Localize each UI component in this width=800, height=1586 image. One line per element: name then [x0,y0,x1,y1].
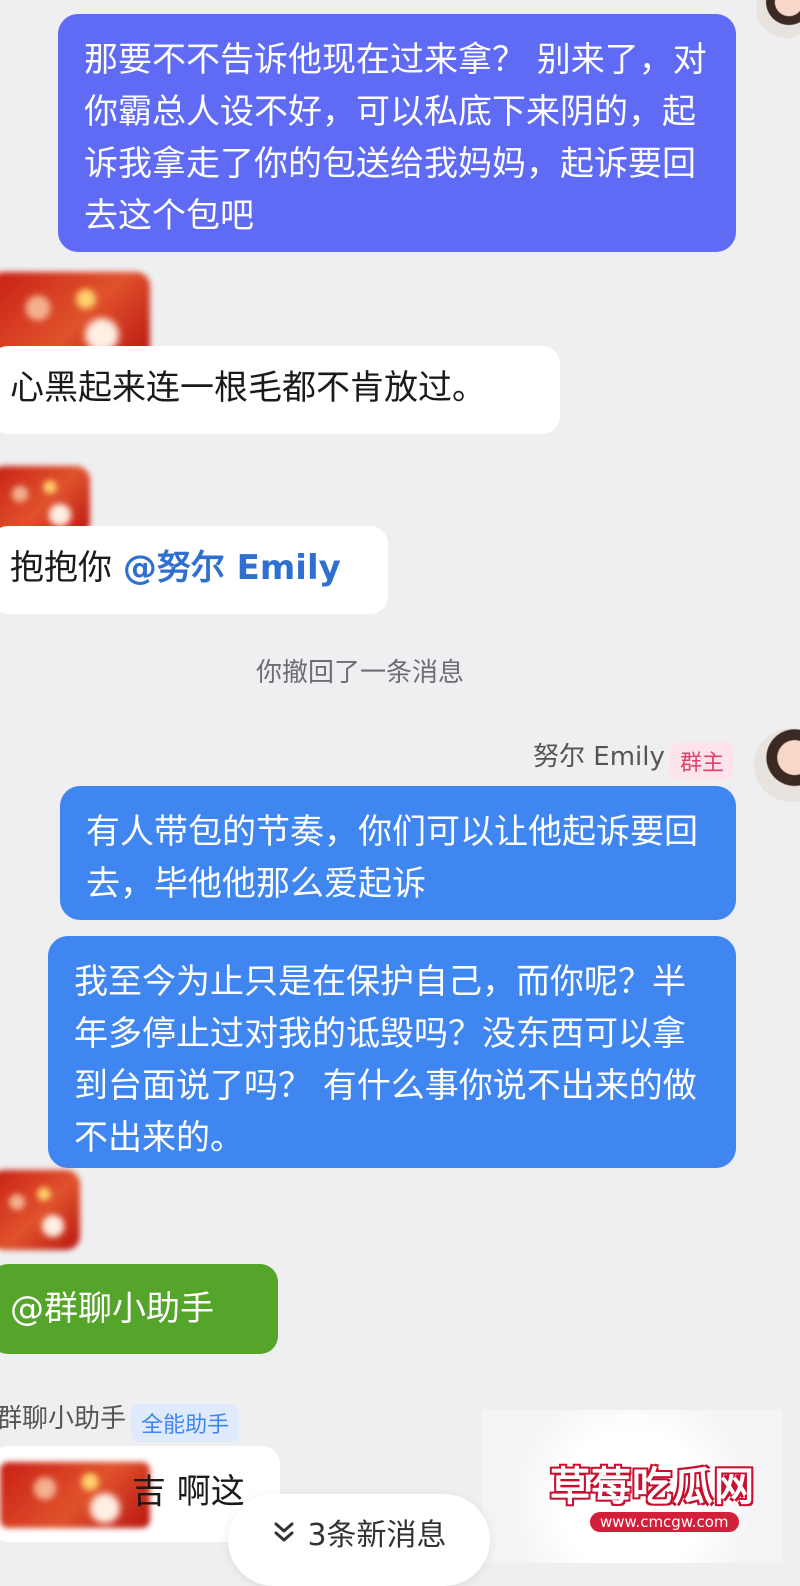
new-messages-label: 3条新消息 [307,1518,447,1553]
sender-name-line: 努尔 Emily 群主 [533,736,734,780]
message-text: 有人带包的节奏，你们可以让他起诉要回去，毕他他那么爱起诉 [86,812,698,904]
message-bubble-outgoing[interactable]: 我至今为止只是在保护自己，而你呢？半年多停止过对我的诋毁吗？没东西可以拿到台面说… [48,936,736,1168]
watermark-url: www.cmcgw.com [590,1512,739,1532]
message-bubble-outgoing[interactable]: 那要不不告诉他现在过来拿？ 别来了，对你霸总人设不好，可以私底下来阴的，起诉我拿… [58,14,736,252]
message-bubble-mention[interactable]: @群聊小助手 [0,1264,278,1354]
avatar-sender[interactable] [0,1170,80,1250]
message-text: 心黑起来连一根毛都不肯放过。 [10,368,486,408]
avatar-self-top[interactable] [756,0,800,38]
message-text: 我至今为止只是在保护自己，而你呢？半年多停止过对我的诋毁吗？没东西可以拿到台面说… [74,962,697,1158]
message-bubble-outgoing[interactable]: 有人带包的节奏，你们可以让他起诉要回去，毕他他那么爱起诉 [60,786,736,920]
mention-link[interactable]: @努尔 Emily [123,548,341,588]
watermark: 草莓吃瓜网 www.cmcgw.com [482,1410,782,1563]
message-text: 吉 啊这 [132,1472,245,1512]
sender-name: 群聊小助手 [0,1404,127,1434]
double-chevron-down-icon [271,1495,297,1579]
message-bubble-incoming[interactable]: 心黑起来连一根毛都不肯放过。 [0,346,560,434]
message-text: 那要不不告诉他现在过来拿？ 别来了，对你霸总人设不好，可以私底下来阴的，起诉我拿… [84,40,707,236]
message-text: @群聊小助手 [10,1289,214,1329]
avatar-owner[interactable] [754,728,800,802]
blurred-image [0,1462,150,1528]
owner-badge: 群主 [669,741,734,780]
message-bubble-incoming[interactable]: 抱抱你 @努尔 Emily [0,526,388,614]
sender-name: 努尔 Emily [533,742,665,772]
recall-notice: 你撤回了一条消息 [255,658,464,688]
sender-name-line: 群聊小助手 全能助手 [0,1398,240,1442]
assistant-badge: 全能助手 [131,1403,240,1442]
message-text: 抱抱你 [10,548,123,588]
watermark-logo: 草莓吃瓜网 [550,1464,755,1510]
new-messages-button[interactable]: 3条新消息 [228,1494,490,1586]
